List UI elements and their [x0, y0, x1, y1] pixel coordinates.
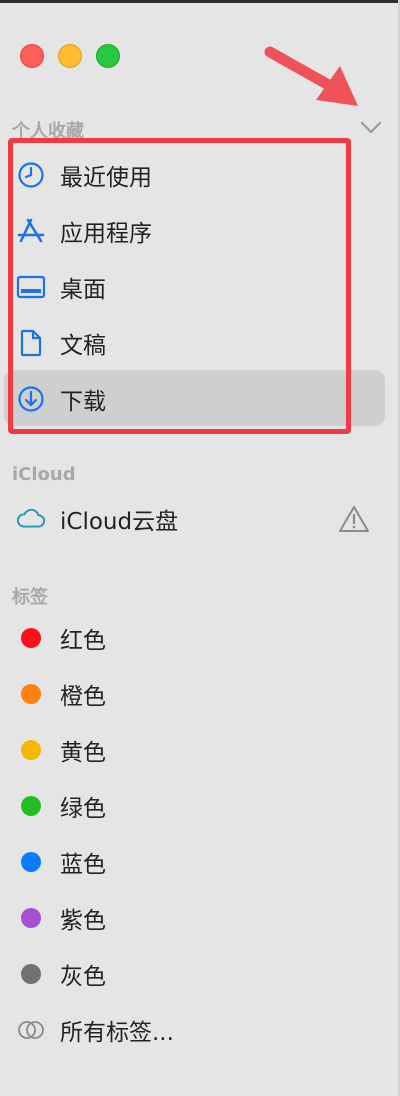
- sidebar-item-label: 蓝色: [60, 852, 106, 878]
- close-window-button[interactable]: [20, 44, 44, 68]
- tag-dot-icon: [16, 623, 46, 653]
- sidebar-item-label: 红色: [60, 628, 106, 654]
- tag-dot-icon: [16, 679, 46, 709]
- sidebar-item-tag-gray[interactable]: 灰色: [0, 946, 400, 1002]
- sidebar-item-tag-yellow[interactable]: 黄色: [0, 722, 400, 778]
- sidebar-item-all-tags[interactable]: 所有标签...: [0, 1002, 400, 1058]
- tag-dot-icon: [16, 791, 46, 821]
- sidebar-item-tag-red[interactable]: 红色: [0, 610, 400, 666]
- sidebar-item-tag-blue[interactable]: 蓝色: [0, 834, 400, 890]
- sidebar-item-label: 所有标签...: [60, 1020, 174, 1046]
- annotation-arrow: [264, 46, 358, 106]
- sidebar-item-tag-green[interactable]: 绿色: [0, 778, 400, 834]
- sidebar-item-label: 灰色: [60, 964, 106, 990]
- annotation-highlight-box: [8, 138, 351, 434]
- window-controls: [20, 44, 120, 68]
- tag-dot-icon: [16, 847, 46, 877]
- window-top-edge: [0, 0, 400, 3]
- warning-icon[interactable]: [338, 504, 370, 534]
- cloud-icon: [16, 504, 46, 534]
- all-tags-icon: [16, 1015, 46, 1045]
- sidebar-item-label: iCloud云盘: [60, 509, 179, 535]
- minimize-window-button[interactable]: [58, 44, 82, 68]
- tag-dot-icon: [16, 903, 46, 933]
- sidebar-item-label: 黄色: [60, 740, 106, 766]
- sidebar-item-tag-orange[interactable]: 橙色: [0, 666, 400, 722]
- sidebar-item-label: 紫色: [60, 908, 106, 934]
- sidebar-item-label: 绿色: [60, 796, 106, 822]
- tag-dot-icon: [16, 959, 46, 989]
- icloud-section-title: iCloud: [12, 464, 76, 485]
- sidebar-item-tag-purple[interactable]: 紫色: [0, 890, 400, 946]
- tag-dot-icon: [16, 735, 46, 765]
- zoom-window-button[interactable]: [96, 44, 120, 68]
- tags-section-title: 标签: [12, 587, 48, 608]
- chevron-down-icon[interactable]: [358, 114, 384, 140]
- sidebar-item-label: 橙色: [60, 684, 106, 710]
